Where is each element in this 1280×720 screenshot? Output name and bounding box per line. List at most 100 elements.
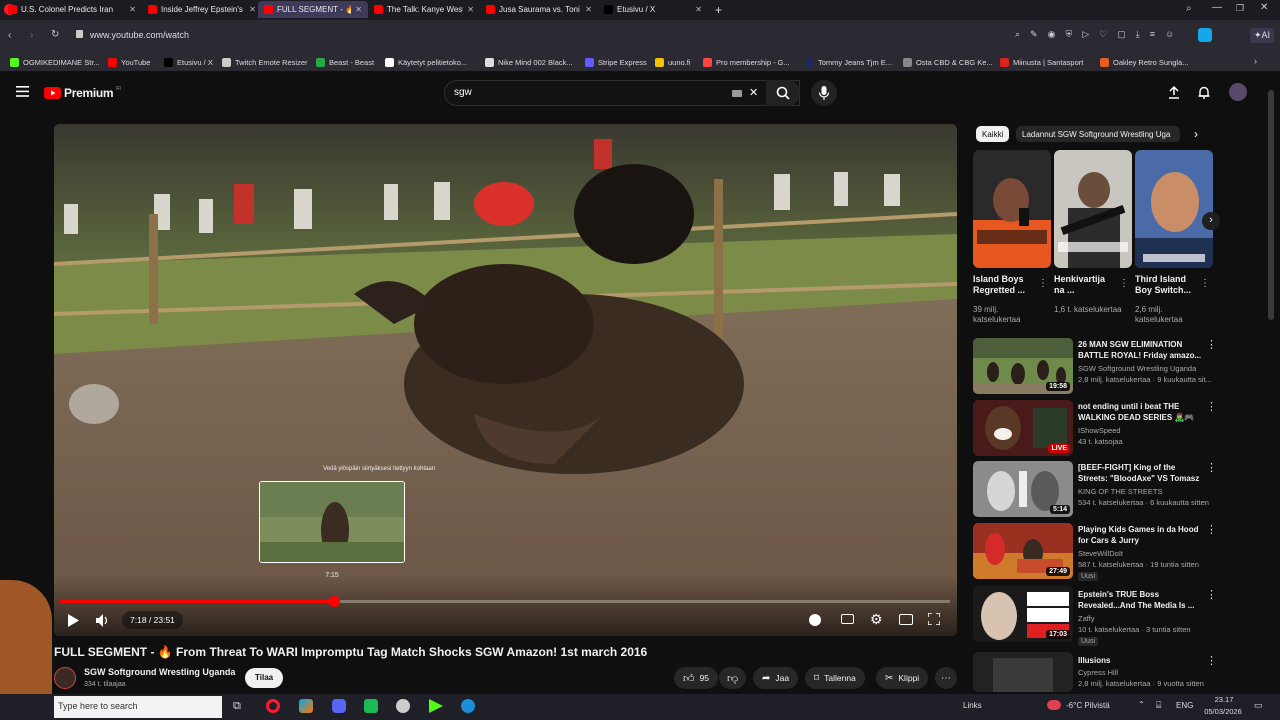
spreadsheet-taskbar-icon[interactable] — [364, 699, 378, 713]
chip-channel[interactable]: Ladannut SGW Softground Wrestling Uga — [1016, 126, 1180, 142]
hamburger-menu-icon[interactable] — [16, 86, 29, 97]
recommendation-channel[interactable]: KING OF THE STREETS — [1078, 487, 1162, 496]
browser-tab[interactable]: U.S. Colonel Predicts Iran ✕ — [2, 1, 142, 18]
search-input[interactable]: sgw — [454, 87, 472, 98]
settings-gear-icon[interactable]: ⚙ — [870, 611, 883, 628]
bookmark-item[interactable]: Tommy Jeans Tjm E... — [805, 55, 892, 69]
tab-close-icon[interactable]: ✕ — [585, 5, 592, 14]
back-icon[interactable]: ‹ — [8, 30, 11, 41]
like-button[interactable]: 👍︎ 95 — [674, 667, 718, 689]
bookmark-item[interactable]: Oakley Retro Sungla... — [1100, 55, 1188, 69]
recommendation-thumbnail[interactable]: 19:58 — [973, 338, 1073, 394]
save-button[interactable]: ⌑ Tallenna — [805, 667, 865, 689]
recommendation-thumbnail[interactable]: 5:14 — [973, 461, 1073, 517]
browser-tab[interactable]: Jusa Saurama vs. Toni Hal ✕ — [480, 1, 598, 18]
recommendation-channel[interactable]: Cypress Hill — [1078, 668, 1118, 677]
short-thumbnail[interactable] — [1135, 150, 1213, 268]
shield-taskbar-icon[interactable] — [396, 699, 410, 713]
search-box[interactable] — [444, 80, 800, 106]
search-tabs-icon[interactable]: ⌕ — [1186, 3, 1192, 14]
youtube-premium-logo[interactable]: Premium FI — [44, 86, 121, 100]
tab-close-icon[interactable]: ✕ — [355, 5, 362, 14]
recommendation-channel[interactable]: SGW Softground Wrestling Uganda — [1078, 364, 1196, 373]
recommendation-thumbnail[interactable]: 27:49 — [973, 523, 1073, 579]
voice-search-button[interactable] — [811, 80, 837, 106]
tab-close-icon[interactable]: ✕ — [129, 5, 136, 14]
shorts-next-icon[interactable]: › — [1202, 212, 1220, 230]
subtitles-icon[interactable] — [841, 614, 854, 624]
recommendation-channel[interactable]: Zaffy — [1078, 614, 1095, 623]
bookmark-item[interactable]: Etusivu / X — [164, 55, 213, 69]
recommendation-menu-icon[interactable]: ⋮ — [1206, 654, 1217, 667]
minimize-icon[interactable]: — — [1212, 2, 1222, 13]
new-tab-icon[interactable]: + — [715, 3, 722, 17]
tab-close-icon[interactable]: ✕ — [695, 5, 702, 14]
taskbar-search-input[interactable]: Type here to search — [54, 696, 222, 718]
ai-button[interactable]: ✦AI — [1250, 28, 1275, 43]
reload-icon[interactable]: ↻ — [51, 29, 59, 40]
clock-date[interactable]: 05/03/2026 — [1198, 707, 1248, 716]
discord-taskbar-icon[interactable] — [332, 699, 346, 713]
recommendation-menu-icon[interactable]: ⋮ — [1206, 400, 1217, 413]
bookmark-item[interactable]: Nike Mind 002 Black... — [485, 55, 573, 69]
bookmark-item[interactable]: Käytetyt pelitietoko... — [385, 55, 467, 69]
short-thumbnail[interactable] — [1054, 150, 1132, 268]
download-icon[interactable]: ⤓ — [1136, 29, 1140, 40]
fullscreen-icon[interactable] — [928, 613, 940, 625]
upload-icon[interactable] — [1167, 85, 1181, 99]
tab-close-icon[interactable]: ✕ — [467, 5, 474, 14]
recommendation-title[interactable]: Epstein's TRUE Boss Revealed...And The M… — [1078, 589, 1202, 611]
bookmarks-more-icon[interactable]: › — [1254, 56, 1257, 66]
short-menu-icon[interactable]: ⋮ — [1038, 278, 1048, 289]
media-taskbar-icon[interactable] — [429, 699, 443, 713]
bookmark-item[interactable]: Beast - Beast — [316, 55, 374, 69]
dislike-button[interactable]: 👎︎ — [719, 667, 747, 689]
more-actions-button[interactable]: ⋯ — [935, 667, 957, 689]
short-title[interactable]: Island Boys Regretted ... — [973, 274, 1037, 296]
play-icon[interactable]: ▷ — [1082, 29, 1089, 40]
autoplay-toggle-icon[interactable] — [809, 614, 821, 626]
channel-name[interactable]: SGW Softground Wrestling Uganda — [84, 667, 235, 677]
bookmark-item[interactable]: Osta CBD & CBG Ke... — [903, 55, 993, 69]
recommendation-menu-icon[interactable]: ⋮ — [1206, 588, 1217, 601]
share-button[interactable]: ➦ Jaa — [753, 667, 799, 689]
recommendation-menu-icon[interactable]: ⋮ — [1206, 338, 1217, 351]
recommendation-menu-icon[interactable]: ⋮ — [1206, 523, 1217, 536]
bookmark-item[interactable]: uuno.fi — [655, 55, 691, 69]
bookmark-item[interactable]: YouTube — [108, 55, 150, 69]
profile-icon[interactable]: ☺ — [1165, 29, 1174, 40]
forward-icon[interactable]: › — [30, 30, 33, 41]
recommendation-title[interactable]: not ending until i beat THE WALKING DEAD… — [1078, 401, 1202, 423]
language-indicator[interactable]: ENG — [1176, 701, 1193, 710]
search-button[interactable] — [766, 80, 800, 106]
miniplayer-icon[interactable] — [899, 614, 913, 625]
extension-icon[interactable] — [1198, 28, 1212, 42]
bookmark-item[interactable]: Miinusta | Santasport — [1000, 55, 1083, 69]
search-icon[interactable]: ⌕ — [1015, 29, 1020, 40]
browser-tab[interactable]: FULL SEGMENT - 🔥 F✕ — [258, 1, 368, 18]
bookmark-item[interactable]: Pro membership - G... — [703, 55, 790, 69]
tab-close-icon[interactable]: ✕ — [249, 5, 256, 14]
chip-all[interactable]: Kaikki — [976, 126, 1010, 142]
short-title[interactable]: Third Island Boy Switch... — [1135, 274, 1199, 296]
edge-taskbar-icon[interactable] — [461, 699, 475, 713]
bookmark-item[interactable]: Twitch Emote Resizer — [222, 55, 308, 69]
recommendation-thumbnail[interactable]: 17:03 — [973, 586, 1073, 642]
channel-avatar[interactable] — [54, 667, 76, 689]
clear-search-icon[interactable]: ✕ — [749, 86, 758, 99]
recommendation-title[interactable]: Playing Kids Games in da Hood for Cars &… — [1078, 524, 1202, 546]
subscribe-button[interactable]: Tilaa — [245, 668, 284, 688]
recommendation-thumbnail[interactable]: LIVE — [973, 400, 1073, 456]
recommendation-title[interactable]: [BEEF-FIGHT] King of the Streets: "Blood… — [1078, 462, 1202, 484]
task-view-icon[interactable]: ⧉ — [233, 700, 241, 713]
clock-time[interactable]: 23.17 — [1204, 695, 1244, 704]
short-menu-icon[interactable]: ⋮ — [1119, 278, 1129, 289]
url-field[interactable]: www.youtube.com/watch — [90, 30, 189, 40]
notifications-bell-icon[interactable] — [1197, 85, 1211, 99]
bookmark-item[interactable]: OGMIKEDIMANE Str... — [10, 55, 100, 69]
opera-taskbar-icon[interactable] — [266, 699, 280, 713]
browser-tab[interactable]: Inside Jeffrey Epstein's "G ✕ — [142, 1, 262, 18]
camera-icon[interactable]: ◉ — [1048, 29, 1056, 40]
progress-track[interactable] — [60, 600, 950, 603]
recommendation-menu-icon[interactable]: ⋮ — [1206, 461, 1217, 474]
